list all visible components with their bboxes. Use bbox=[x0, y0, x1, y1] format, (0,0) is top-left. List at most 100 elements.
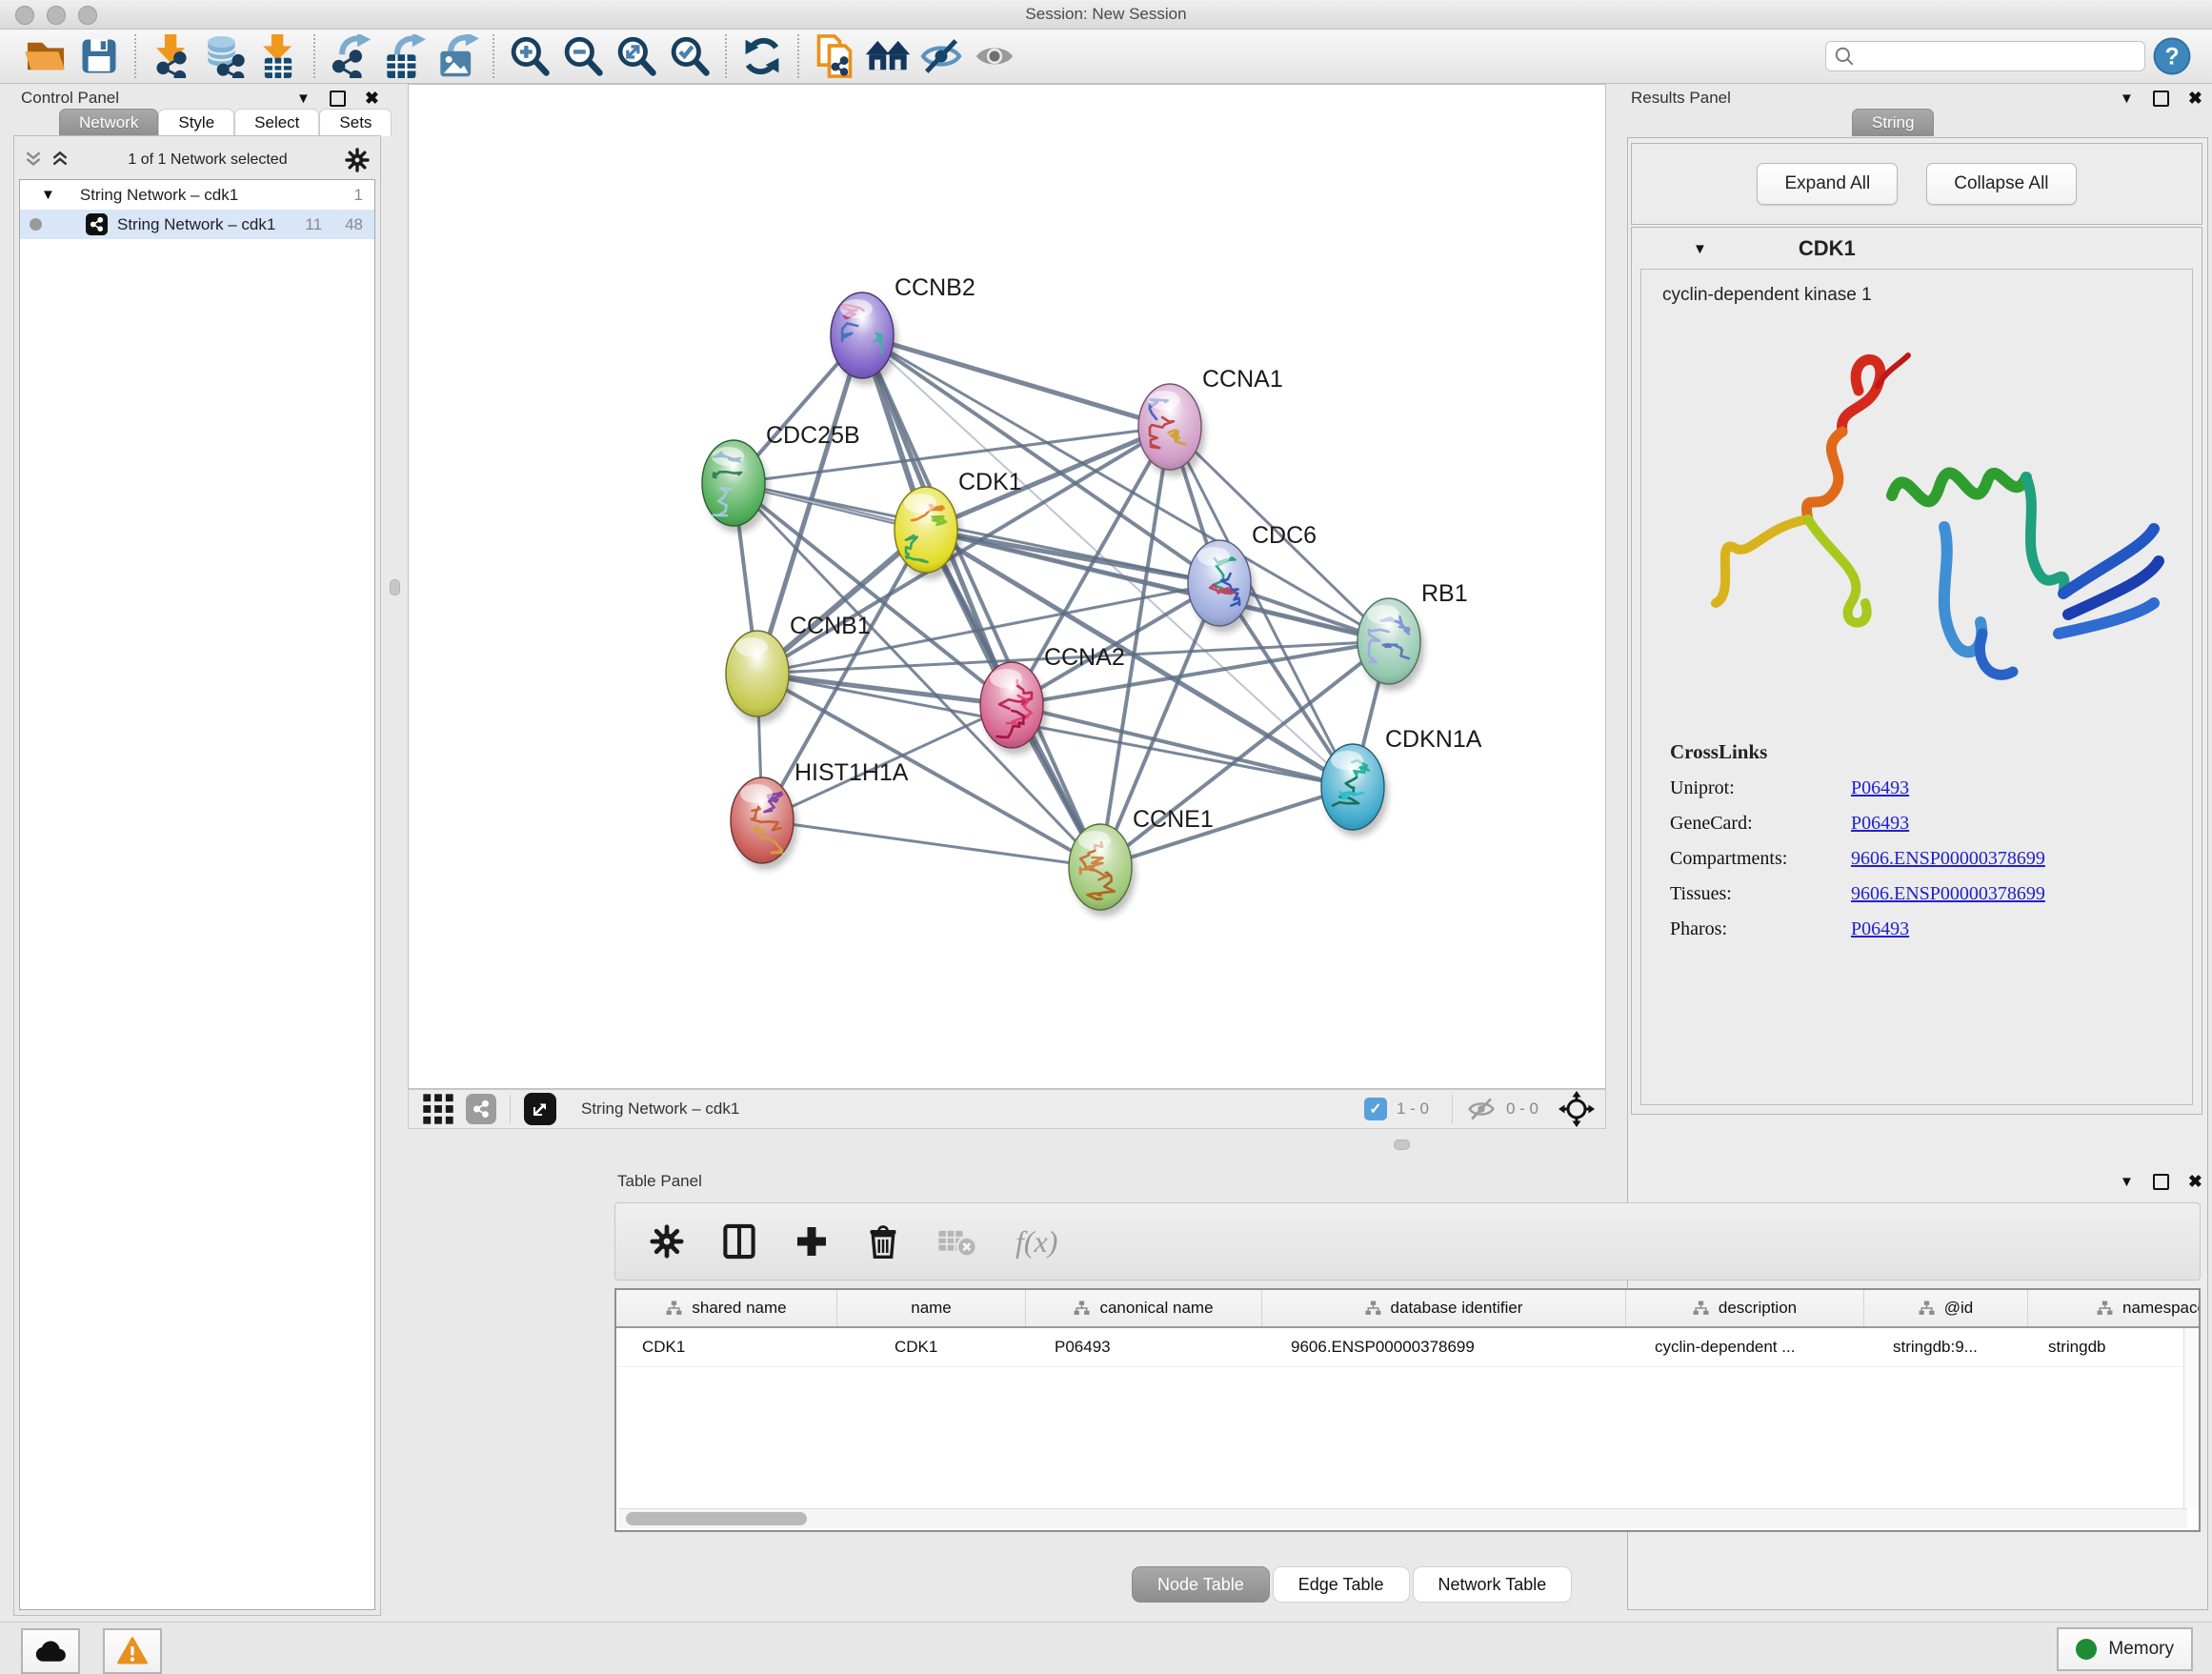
add-column-icon[interactable] bbox=[794, 1224, 829, 1259]
edge-HIST1H1A-CCNE1[interactable] bbox=[762, 820, 1100, 867]
export-image-button[interactable] bbox=[431, 33, 484, 79]
protein-section-expander-icon[interactable]: ▼ bbox=[1693, 242, 1707, 256]
crosslink-link[interactable]: 9606.ENSP00000378699 bbox=[1851, 883, 2045, 905]
grid-view-icon[interactable] bbox=[422, 1093, 454, 1125]
column-header-canonical-name[interactable]: canonical name bbox=[1026, 1290, 1262, 1326]
node-table[interactable]: shared namenamecanonical namedatabase id… bbox=[614, 1288, 2201, 1532]
table-gear-icon[interactable] bbox=[650, 1224, 684, 1259]
maximize-window-button[interactable] bbox=[78, 6, 97, 25]
node-HIST1H1A[interactable]: HIST1H1A bbox=[731, 759, 909, 870]
column-header-name[interactable]: name bbox=[837, 1290, 1026, 1326]
results-panel-float-icon[interactable] bbox=[2153, 91, 2169, 107]
zoom-selected-button[interactable] bbox=[663, 33, 716, 79]
tab-style[interactable]: Style bbox=[158, 109, 234, 136]
column-header-shared-name[interactable]: shared name bbox=[616, 1290, 837, 1326]
column-header-namespace[interactable]: namespace bbox=[2028, 1290, 2201, 1326]
table-vertical-scrollbar[interactable] bbox=[2183, 1328, 2199, 1509]
collapse-all-button[interactable]: Collapse All bbox=[1926, 163, 2076, 205]
open-session-button[interactable] bbox=[19, 33, 72, 79]
warnings-button[interactable] bbox=[103, 1628, 162, 1674]
global-search-box[interactable] bbox=[1825, 41, 2145, 71]
tab-network[interactable]: Network bbox=[59, 109, 158, 136]
hide-selected-button[interactable] bbox=[915, 33, 968, 79]
delete-column-trash-icon[interactable] bbox=[867, 1223, 899, 1260]
column-header-database-identifier[interactable]: database identifier bbox=[1262, 1290, 1626, 1326]
first-neighbors-button[interactable] bbox=[861, 33, 915, 79]
network-collection-row[interactable]: ▼ String Network – cdk1 1 bbox=[20, 180, 374, 210]
close-window-button[interactable] bbox=[15, 6, 34, 25]
results-panel-close-icon[interactable]: ✖ bbox=[2188, 90, 2202, 107]
memory-button[interactable]: Memory bbox=[2057, 1627, 2193, 1671]
move-crosshair-icon[interactable] bbox=[1558, 1090, 1596, 1128]
fit-content-button[interactable] bbox=[610, 33, 663, 79]
table-cell[interactable]: cyclin-dependent ... bbox=[1626, 1328, 1864, 1366]
node-RB1[interactable]: RB1 bbox=[1357, 580, 1468, 691]
table-cell[interactable]: CDK1 bbox=[616, 1328, 837, 1366]
table-cell[interactable]: stringdb bbox=[2028, 1328, 2201, 1366]
refresh-button[interactable] bbox=[735, 33, 789, 79]
table-panel-float-icon[interactable] bbox=[2153, 1174, 2169, 1190]
table-cell[interactable]: 9606.ENSP00000378699 bbox=[1262, 1328, 1626, 1366]
tab-network-table[interactable]: Network Table bbox=[1413, 1566, 1573, 1603]
left-splitter-handle[interactable] bbox=[390, 579, 400, 595]
node-CCNE1[interactable]: CCNE1 bbox=[1069, 806, 1214, 917]
node-CDKN1A[interactable]: CDKN1A bbox=[1321, 726, 1482, 837]
table-row[interactable]: CDK1CDK1P064939606.ENSP00000378699cyclin… bbox=[616, 1328, 2199, 1367]
export-network-button[interactable] bbox=[324, 33, 377, 79]
table-panel-close-icon[interactable]: ✖ bbox=[2188, 1173, 2202, 1190]
zoom-out-button[interactable] bbox=[556, 33, 610, 79]
expand-all-networks-icon[interactable] bbox=[50, 150, 70, 171]
network-graph[interactable]: CCNB2CCNA1CDC25BCDK1CDC6RB1CCNB1CCNA2CDK… bbox=[408, 84, 1606, 1089]
save-session-button[interactable] bbox=[72, 33, 126, 79]
column-header-description[interactable]: description bbox=[1626, 1290, 1864, 1326]
search-input[interactable] bbox=[1855, 47, 2135, 66]
table-panel-menu-icon[interactable]: ▼ bbox=[2120, 1175, 2134, 1189]
column-header--id[interactable]: @id bbox=[1864, 1290, 2028, 1326]
crosslink-link[interactable]: P06493 bbox=[1851, 918, 1909, 940]
crosslink-link[interactable]: 9606.ENSP00000378699 bbox=[1851, 848, 2045, 870]
horizontal-splitter-handle[interactable] bbox=[1394, 1140, 1410, 1150]
edge-CDK1-RB1[interactable] bbox=[926, 530, 1389, 641]
collapse-all-networks-icon[interactable] bbox=[23, 150, 44, 171]
network-row[interactable]: String Network – cdk1 11 48 bbox=[20, 210, 374, 239]
edge-CCNB2-CCNE1[interactable] bbox=[862, 335, 1100, 867]
tree-expander-icon[interactable]: ▼ bbox=[41, 188, 55, 202]
select-columns-icon[interactable] bbox=[722, 1223, 756, 1260]
tab-select[interactable]: Select bbox=[234, 109, 319, 136]
minimize-window-button[interactable] bbox=[47, 6, 66, 25]
selected-checkbox-icon[interactable]: ✓ bbox=[1364, 1098, 1387, 1120]
node-CCNA1[interactable]: CCNA1 bbox=[1138, 366, 1283, 476]
edge-CCNB1-CCNA2[interactable] bbox=[757, 674, 1012, 705]
show-all-button[interactable] bbox=[968, 33, 1021, 79]
birds-eye-view-icon[interactable] bbox=[524, 1093, 556, 1125]
zoom-in-button[interactable] bbox=[503, 33, 556, 79]
tab-string[interactable]: String bbox=[1852, 109, 1934, 136]
table-horizontal-scrollbar[interactable] bbox=[618, 1508, 2187, 1528]
import-table-from-file-button[interactable] bbox=[251, 33, 305, 79]
control-panel-float-icon[interactable] bbox=[330, 91, 346, 107]
tab-edge-table[interactable]: Edge Table bbox=[1273, 1566, 1410, 1603]
control-panel-menu-icon[interactable]: ▼ bbox=[296, 91, 311, 106]
table-cell[interactable]: P06493 bbox=[1026, 1328, 1262, 1366]
table-cell[interactable]: stringdb:9... bbox=[1864, 1328, 2028, 1366]
expand-all-button[interactable]: Expand All bbox=[1757, 163, 1898, 205]
edge-CCNA2-CDKN1A[interactable] bbox=[1012, 705, 1353, 787]
network-view-icon[interactable] bbox=[466, 1094, 496, 1124]
crosslink-link[interactable]: P06493 bbox=[1851, 777, 1909, 799]
crosslink-link[interactable]: P06493 bbox=[1851, 813, 1909, 835]
node-CCNB2[interactable]: CCNB2 bbox=[831, 274, 975, 385]
duplicate-network-button[interactable] bbox=[808, 33, 861, 79]
import-network-from-database-button[interactable] bbox=[198, 33, 251, 79]
network-options-gear-icon[interactable] bbox=[345, 148, 370, 172]
results-panel-menu-icon[interactable]: ▼ bbox=[2120, 91, 2134, 106]
import-network-from-file-button[interactable] bbox=[145, 33, 198, 79]
help-button[interactable]: ? bbox=[2145, 33, 2199, 79]
tab-node-table[interactable]: Node Table bbox=[1132, 1566, 1270, 1603]
control-panel-close-icon[interactable]: ✖ bbox=[365, 90, 379, 107]
scrollbar-thumb[interactable] bbox=[626, 1512, 807, 1525]
edge-CCNB2-CCNA1[interactable] bbox=[862, 335, 1170, 427]
edge-CCNB2-RB1[interactable] bbox=[862, 335, 1389, 641]
cloud-button[interactable] bbox=[21, 1628, 80, 1674]
export-table-button[interactable] bbox=[377, 33, 431, 79]
table-cell[interactable]: CDK1 bbox=[837, 1328, 1026, 1366]
